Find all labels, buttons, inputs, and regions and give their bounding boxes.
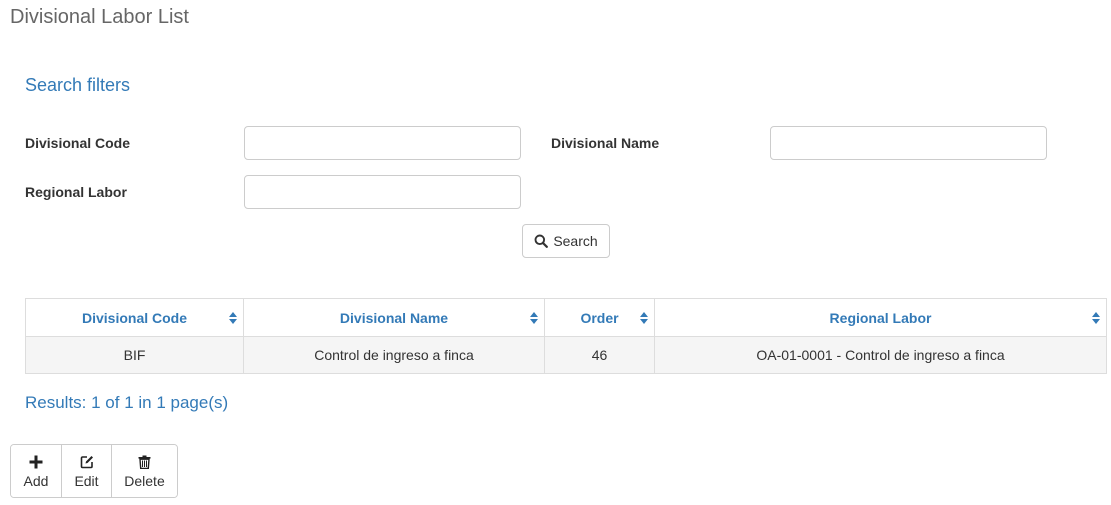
edit-button[interactable]: Edit: [62, 445, 112, 497]
results-table: Divisional Code Divisional Name Order Re…: [25, 298, 1107, 374]
table-header-row: Divisional Code Divisional Name Order Re…: [25, 298, 1107, 337]
cell-regional-labor: OA-01-0001 - Control de ingreso a finca: [654, 336, 1107, 374]
delete-button-label: Delete: [124, 473, 165, 489]
search-icon: [534, 234, 549, 248]
divisional-name-label: Divisional Name: [551, 135, 660, 151]
column-header-divisional-code[interactable]: Divisional Code: [25, 298, 244, 337]
cell-divisional-code: BIF: [25, 336, 244, 374]
column-header-divisional-name[interactable]: Divisional Name: [243, 298, 545, 337]
page-title: Divisional Labor List: [10, 6, 189, 28]
table-row[interactable]: BIF Control de ingreso a finca 46 OA-01-…: [25, 336, 1107, 374]
trash-icon: [138, 453, 151, 471]
plus-icon: [29, 453, 43, 471]
action-toolbar: Add Edit Delete: [10, 444, 178, 498]
divisional-code-input[interactable]: [244, 126, 521, 160]
edit-icon: [80, 453, 94, 471]
sort-icon: [640, 311, 648, 324]
cell-divisional-name: Control de ingreso a finca: [243, 336, 545, 374]
search-filters-title: Search filters: [25, 75, 131, 95]
add-button[interactable]: Add: [11, 445, 62, 497]
regional-labor-label: Regional Labor: [25, 184, 127, 200]
divisional-code-label: Divisional Code: [25, 135, 131, 151]
page: Divisional Labor List Search filters Div…: [0, 0, 1111, 505]
regional-labor-input[interactable]: [244, 175, 521, 209]
sort-icon: [1092, 311, 1100, 324]
edit-button-label: Edit: [74, 473, 99, 489]
results-summary: Results: 1 of 1 in 1 page(s): [25, 393, 229, 412]
cell-order: 46: [544, 336, 655, 374]
search-button-label: Search: [553, 233, 598, 249]
sort-icon: [530, 311, 538, 324]
delete-button[interactable]: Delete: [112, 445, 177, 497]
sort-icon: [229, 311, 237, 324]
divisional-name-input[interactable]: [770, 126, 1047, 160]
column-header-order[interactable]: Order: [544, 298, 655, 337]
add-button-label: Add: [23, 473, 49, 489]
search-button[interactable]: Search: [522, 224, 610, 258]
column-header-regional-labor[interactable]: Regional Labor: [654, 298, 1107, 337]
